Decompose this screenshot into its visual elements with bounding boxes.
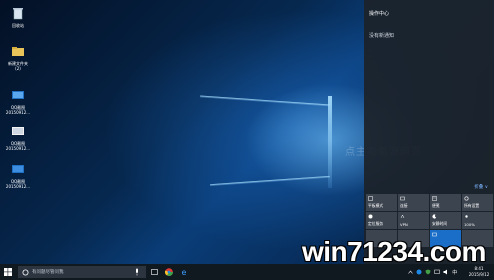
qq-icon[interactable] — [416, 269, 422, 275]
network-tray-icon[interactable] — [434, 269, 440, 275]
taskbar-app-chrome[interactable] — [163, 264, 175, 280]
desktop-icon-label: QQ截图 20150912... — [5, 105, 31, 115]
desktop-icon-label: 回收站 — [12, 23, 24, 28]
system-tray: 中 — [408, 264, 458, 280]
clock-date: 2015/9/12 — [468, 272, 490, 277]
folder-icon — [12, 47, 24, 56]
search-placeholder: 有问题尽管问我 — [32, 270, 64, 275]
vpn-icon — [400, 214, 405, 219]
tile-connect[interactable]: 连接 — [398, 194, 429, 211]
tile-vpn[interactable]: VPN — [398, 212, 429, 229]
wallpaper-beam — [210, 175, 330, 187]
microphone-icon[interactable] — [134, 268, 140, 276]
tile-label: 100% — [464, 222, 475, 227]
tile-label: 连接 — [400, 203, 408, 208]
tile-label: VPN — [400, 222, 408, 227]
action-center-title: 操作中心 — [369, 11, 390, 17]
desktop-icon-folder[interactable]: 新建文件夹 (2) — [0, 44, 36, 71]
quiet-hours-icon — [432, 214, 437, 219]
action-center-panel: 操作中心 没有新通知 折叠 ∨ 平板模式 连接 便笺 所有设置 定位服务 VPN — [364, 0, 494, 264]
start-button[interactable] — [0, 264, 16, 280]
shield-icon[interactable] — [425, 269, 431, 275]
tile-all-settings[interactable]: 所有设置 — [462, 194, 493, 211]
svg-text:e: e — [182, 268, 187, 276]
screenshot-file-icon — [12, 91, 24, 99]
brightness-icon — [465, 215, 468, 218]
tile-label: 定位服务 — [368, 221, 384, 226]
svg-text:中: 中 — [452, 269, 457, 275]
no-notifications-text: 没有新通知 — [369, 33, 395, 39]
volume-icon[interactable] — [443, 269, 449, 275]
tablet-mode-icon — [368, 196, 373, 201]
tile-label: 便笺 — [432, 203, 440, 208]
taskbar-clock[interactable]: 8:41 2015/9/12 — [466, 266, 492, 278]
tile-brightness[interactable]: 100% — [462, 212, 493, 229]
tile-quiet-hours[interactable]: 安静时间 — [430, 212, 461, 229]
desktop-icon-label: QQ截图 20150912... — [5, 179, 31, 189]
search-circle-icon — [22, 269, 29, 275]
tile-label: 平板模式 — [368, 203, 384, 208]
desktop-icon-screenshot-2[interactable]: QQ截图 20150912... — [0, 124, 36, 151]
recycle-bin-icon — [13, 8, 23, 20]
note-icon — [432, 196, 437, 201]
wallpaper-beam — [328, 96, 332, 188]
location-icon — [368, 214, 373, 219]
task-view-button[interactable] — [148, 264, 160, 280]
tile-note[interactable]: 便笺 — [430, 194, 461, 211]
connect-icon — [400, 196, 405, 201]
collapse-link[interactable]: 折叠 ∨ — [474, 184, 488, 190]
taskbar-app-edge[interactable]: e — [179, 264, 191, 280]
settings-icon — [464, 196, 469, 201]
taskbar-search-box[interactable]: 有问题尽管问我 — [18, 266, 146, 278]
task-view-icon — [150, 269, 158, 275]
tile-location[interactable]: 定位服务 — [366, 212, 397, 229]
desktop-icon-label: 新建文件夹 (2) — [8, 61, 28, 71]
windows-logo-icon — [4, 268, 12, 276]
tile-label: 安静时间 — [432, 221, 448, 226]
browser-colorful-icon — [165, 268, 173, 276]
tile-tablet-mode[interactable]: 平板模式 — [366, 194, 397, 211]
edge-icon: e — [182, 268, 187, 276]
taskbar: 有问题尽管问我 e 中 8:41 2015/9/12 — [0, 264, 494, 280]
desktop-icon-screenshot-1[interactable]: QQ截图 20150912... — [0, 88, 36, 115]
tile-label: 所有设置 — [464, 203, 480, 208]
screenshot-file-icon — [12, 127, 24, 135]
screenshot-file-icon — [12, 165, 24, 173]
desktop-icon-recycle-bin[interactable]: 回收站 — [0, 6, 36, 28]
wallpaper-beam — [200, 95, 330, 107]
ime-icon[interactable]: 中 — [452, 269, 458, 275]
desktop-icon-label: QQ截图 20150912... — [5, 141, 31, 151]
chevron-up-icon[interactable] — [408, 270, 413, 274]
desktop-icon-screenshot-3[interactable]: QQ截图 20150912... — [0, 162, 36, 189]
